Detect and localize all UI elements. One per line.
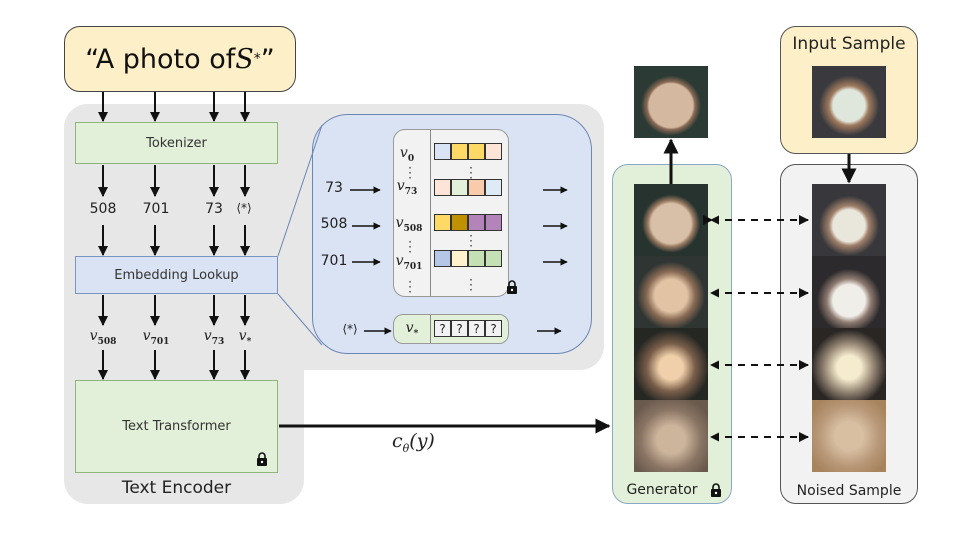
zoom-connector [277,293,323,346]
prompt-to-tokenizer-arrows [98,92,250,380]
arrows-layer [98,92,857,442]
dashed-correspondence-arrows [703,215,809,442]
zoom-connector [277,124,323,257]
